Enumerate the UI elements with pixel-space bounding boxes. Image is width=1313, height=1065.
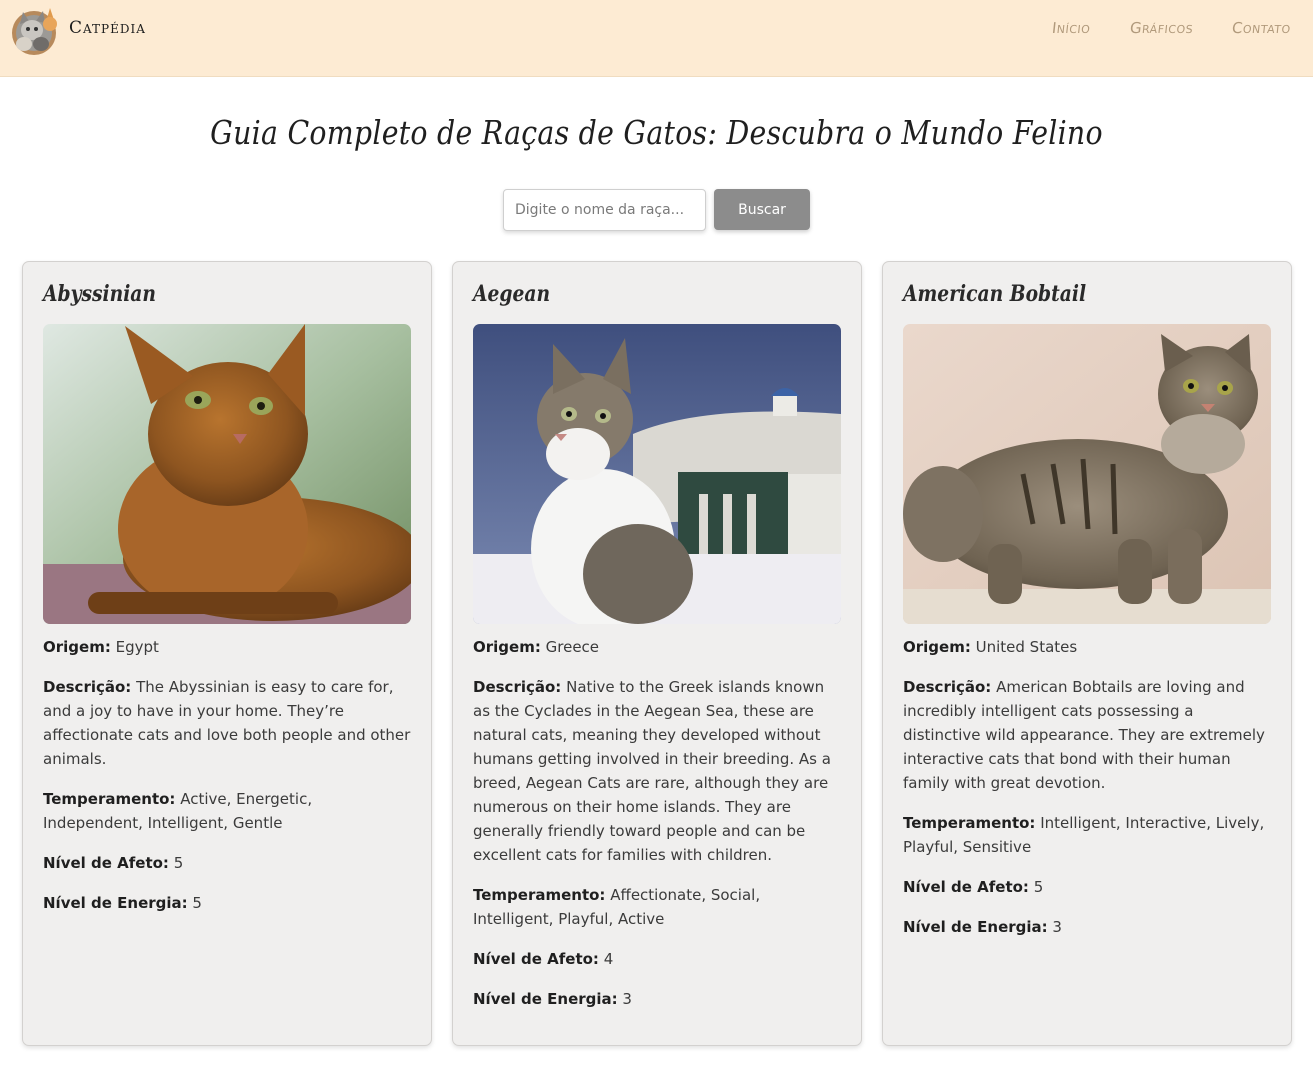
- cat-logo-icon: [10, 0, 62, 56]
- breed-name: Aegean: [473, 281, 551, 307]
- breed-card: Abyssinian Origem: Egypt Descrição: The …: [22, 261, 432, 1046]
- cat-photo-abyssinian: [43, 324, 411, 624]
- breed-description: Descrição: Native to the Greek islands k…: [473, 678, 831, 864]
- breed-affection-level: Nível de Afeto: 4: [473, 950, 614, 968]
- breed-search-form: Buscar: [503, 189, 810, 231]
- breed-energy-level: Nível de Energia: 5: [43, 894, 202, 912]
- breed-name: Abyssinian: [43, 281, 157, 307]
- breed-photo: [473, 324, 841, 624]
- breed-card: Aegean Origem: Greece Descrição: Native …: [452, 261, 862, 1046]
- breed-card: American Bobtail Origem: United States D…: [882, 261, 1292, 1046]
- cat-photo-aegean: [473, 324, 841, 624]
- breed-temperament: Temperamento: Intelligent, Interactive, …: [903, 814, 1265, 856]
- top-navbar: Catpédia Início Gráficos Contato: [0, 0, 1313, 77]
- breed-temperament: Temperamento: Affectionate, Social, Inte…: [473, 886, 761, 928]
- breed-search-input[interactable]: [503, 189, 706, 231]
- breed-details: Origem: Greece Descrição: Native to the …: [473, 635, 841, 1011]
- breed-name: American Bobtail: [903, 281, 1087, 307]
- main-nav: Início Gráficos Contato: [1052, 0, 1313, 56]
- breed-photo: [43, 324, 411, 624]
- breed-description: Descrição: The Abyssinian is easy to car…: [43, 678, 411, 768]
- breed-details: Origem: Egypt Descrição: The Abyssinian …: [43, 635, 411, 915]
- cat-photo-american-bobtail: [903, 324, 1271, 624]
- page-title: Guia Completo de Raças de Gatos: Descubr…: [210, 113, 1103, 152]
- breed-origin: Origem: Egypt: [43, 638, 159, 656]
- nav-link-contato[interactable]: Contato: [1231, 19, 1292, 37]
- breed-details: Origem: United States Descrição: America…: [903, 635, 1271, 939]
- breed-temperament: Temperamento: Active, Energetic, Indepen…: [43, 790, 313, 832]
- breed-affection-level: Nível de Afeto: 5: [43, 854, 184, 872]
- breed-affection-level: Nível de Afeto: 5: [903, 878, 1044, 896]
- search-button[interactable]: Buscar: [714, 189, 810, 230]
- brand-link[interactable]: Catpédia: [10, 0, 146, 56]
- breed-energy-level: Nível de Energia: 3: [473, 990, 632, 1008]
- breed-description: Descrição: American Bobtails are loving …: [903, 678, 1265, 792]
- nav-link-inicio[interactable]: Início: [1052, 19, 1092, 37]
- breed-energy-level: Nível de Energia: 3: [903, 918, 1062, 936]
- breed-origin: Origem: Greece: [473, 638, 600, 656]
- brand-name: Catpédia: [69, 18, 146, 38]
- nav-link-graficos[interactable]: Gráficos: [1129, 19, 1194, 37]
- breed-photo: [903, 324, 1271, 624]
- breed-origin: Origem: United States: [903, 638, 1078, 656]
